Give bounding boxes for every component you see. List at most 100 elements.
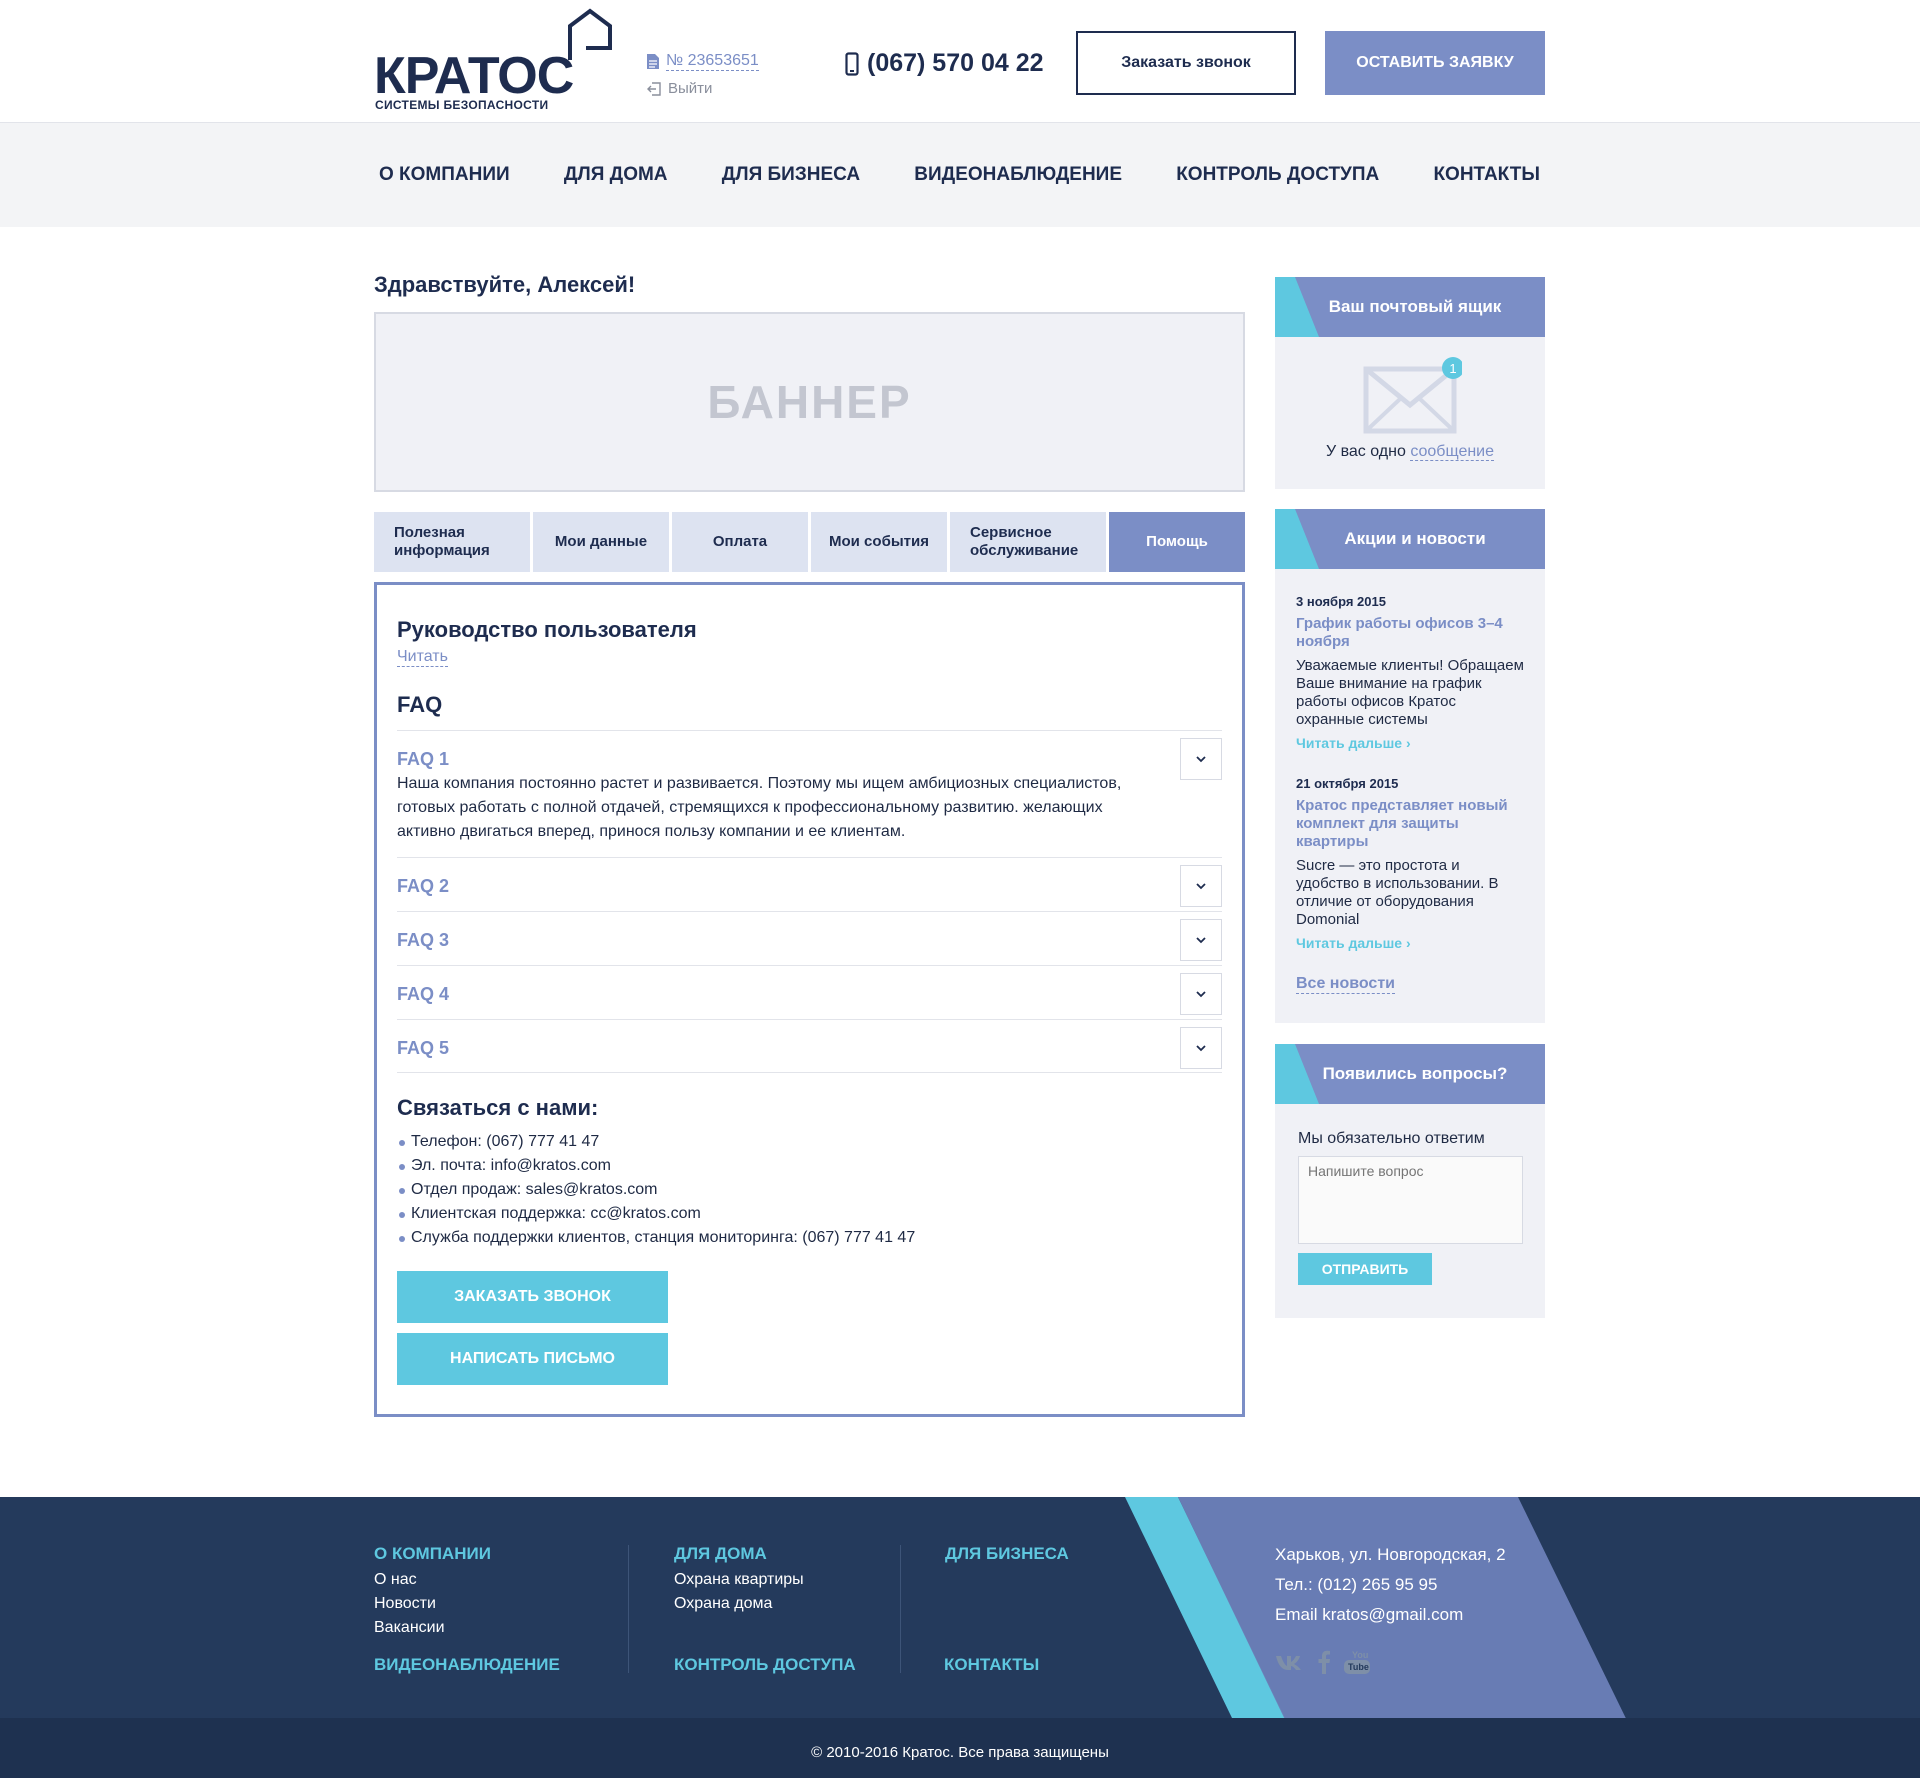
footer-heading-video[interactable]: ВИДЕОНАБЛЮДЕНИЕ — [374, 1655, 560, 1675]
news-list: 3 ноября 2015 График работы офисов 3–4 н… — [1296, 593, 1526, 994]
help-panel: Руководство пользователя Читать FAQ FAQ … — [374, 582, 1245, 1417]
contact-us-title: Связаться с нами: — [397, 1095, 599, 1120]
account-tabs: Полезная информация Мои данные Оплата Мо… — [374, 512, 1245, 572]
nav-item-video[interactable]: ВИДЕОНАБЛЮДЕНИЕ — [909, 164, 1127, 186]
chevron-down-icon — [1196, 755, 1206, 762]
banner-placeholder[interactable]: БАННЕР — [374, 312, 1245, 492]
chevron-down-icon — [1196, 1044, 1206, 1051]
faq-list: FAQ 1 Наша компания постоянно растет и р… — [397, 730, 1222, 1073]
faq-item[interactable]: FAQ 4 — [397, 965, 1222, 1019]
footer-link-vacancies[interactable]: Вакансии — [374, 1619, 445, 1637]
logout-link[interactable]: Выйти — [646, 80, 712, 97]
faq-question[interactable]: FAQ 3 — [397, 929, 1162, 951]
questions-widget: Появились вопросы? Мы обязательно ответи… — [1275, 1044, 1545, 1318]
account-number: № 23653651 — [666, 52, 759, 71]
logo-wordmark: КРАТОС — [374, 47, 574, 105]
contact-monitoring[interactable]: Служба поддержки клиентов, станция монит… — [397, 1226, 915, 1250]
header-phone[interactable]: (067) 570 04 22 — [845, 49, 1044, 78]
user-guide-read-link[interactable]: Читать — [397, 648, 448, 667]
nav-item-access-control[interactable]: КОНТРОЛЬ ДОСТУПА — [1171, 164, 1384, 186]
chevron-right-icon: › — [1405, 935, 1411, 951]
chevron-down-icon — [1196, 882, 1206, 889]
contact-sales[interactable]: Отдел продаж: sales@kratos.com — [397, 1178, 915, 1202]
faq-question[interactable]: FAQ 1 — [397, 748, 1162, 770]
site-header: КРАТОС СИСТЕМЫ БЕЗОПАСНОСТИ № 23653651 В… — [0, 0, 1920, 123]
faq-question[interactable]: FAQ 5 — [397, 1037, 1162, 1059]
header-corner-decoration — [1275, 509, 1319, 569]
faq-question[interactable]: FAQ 2 — [397, 875, 1162, 897]
faq-toggle-button[interactable] — [1180, 738, 1222, 780]
tab-my-data[interactable]: Мои данные — [533, 512, 669, 572]
account-number-link[interactable]: № 23653651 — [646, 52, 759, 71]
faq-toggle-button[interactable] — [1180, 973, 1222, 1015]
logout-label: Выйти — [668, 80, 713, 97]
faq-toggle-button[interactable] — [1180, 919, 1222, 961]
youtube-icon[interactable]: You Tube — [1343, 1649, 1371, 1675]
contact-phone[interactable]: Телефон: (067) 777 41 47 — [397, 1130, 915, 1154]
contact-support[interactable]: Клиентская поддержка: cc@kratos.com — [397, 1202, 915, 1226]
leave-request-button[interactable]: ОСТАВИТЬ ЗАЯВКУ — [1325, 31, 1545, 95]
news-widget: Акции и новости 3 ноября 2015 График раб… — [1275, 509, 1545, 1023]
mailbox-title: Ваш почтовый ящик — [1328, 297, 1502, 316]
mail-notice-text: У вас одно — [1325, 443, 1406, 460]
tab-my-events[interactable]: Мои события — [811, 512, 947, 572]
news-item-text: Sucre — это простота и удобство в исполь… — [1296, 857, 1499, 928]
call-me-button[interactable]: Заказать звонок — [1076, 31, 1296, 95]
faq-answer: Наша компания постоянно растет и развива… — [397, 775, 1122, 840]
nav-item-business[interactable]: ДЛЯ БИЗНЕСА — [717, 164, 865, 186]
footer-heading-business[interactable]: ДЛЯ БИЗНЕСА — [945, 1544, 1069, 1564]
tab-payment[interactable]: Оплата — [672, 512, 808, 572]
contact-list: Телефон: (067) 777 41 47 Эл. почта: info… — [397, 1130, 915, 1250]
tab-service[interactable]: Сервисное обслуживание — [950, 512, 1106, 572]
footer-link-apartment[interactable]: Охрана квартиры — [674, 1571, 804, 1589]
footer-heading-home[interactable]: ДЛЯ ДОМА — [674, 1544, 767, 1564]
faq-item[interactable]: FAQ 3 — [397, 911, 1222, 965]
faq-item[interactable]: FAQ 5 — [397, 1019, 1222, 1073]
tab-useful-info[interactable]: Полезная информация — [374, 512, 530, 572]
all-news-link[interactable]: Все новости — [1296, 975, 1395, 994]
nav-item-company[interactable]: О КОМПАНИИ — [374, 164, 515, 186]
document-icon — [647, 54, 659, 69]
faq-item[interactable]: FAQ 2 — [397, 857, 1222, 911]
news-read-more-link[interactable]: Читать дальше › — [1296, 735, 1526, 751]
footer-link-news[interactable]: Новости — [374, 1595, 436, 1613]
tab-help[interactable]: Помощь — [1109, 512, 1245, 572]
footer-divider — [628, 1545, 629, 1673]
question-input[interactable] — [1298, 1156, 1523, 1244]
footer-phone[interactable]: Тел.: (012) 265 95 95 — [1275, 1575, 1437, 1595]
news-item-title[interactable]: Кратос представляет новый комплект для з… — [1296, 797, 1526, 851]
faq-toggle-button[interactable] — [1180, 1027, 1222, 1069]
questions-text: Мы обязательно ответим — [1298, 1130, 1485, 1147]
footer-email[interactable]: Email kratos@gmail.com — [1275, 1605, 1463, 1625]
write-letter-button[interactable]: НАПИСАТЬ ПИСЬМО — [397, 1333, 668, 1385]
footer-link-about[interactable]: О нас — [374, 1571, 417, 1589]
news-title: Акции и новости — [1344, 529, 1486, 548]
contact-email[interactable]: Эл. почта: info@kratos.com — [397, 1154, 915, 1178]
footer-heading-access[interactable]: КОНТРОЛЬ ДОСТУПА — [674, 1655, 856, 1675]
news-item-title[interactable]: График работы офисов 3–4 ноября — [1296, 615, 1526, 651]
svg-text:You: You — [1352, 1650, 1368, 1660]
footer-divider — [900, 1545, 901, 1673]
nav-item-home[interactable]: ДЛЯ ДОМА — [559, 164, 673, 186]
mail-badge: 1 — [1449, 361, 1456, 376]
questions-header: Появились вопросы? — [1275, 1044, 1545, 1104]
questions-title: Появились вопросы? — [1322, 1064, 1508, 1083]
send-question-button[interactable]: ОТПРАВИТЬ — [1298, 1253, 1432, 1285]
facebook-icon[interactable] — [1317, 1650, 1331, 1674]
logo-subtitle: СИСТЕМЫ БЕЗОПАСНОСТИ — [375, 98, 549, 112]
faq-question[interactable]: FAQ 4 — [397, 983, 1162, 1005]
footer-heading-company[interactable]: О КОМПАНИИ — [374, 1544, 491, 1564]
faq-toggle-button[interactable] — [1180, 865, 1222, 907]
mailbox-header: Ваш почтовый ящик — [1275, 277, 1545, 337]
logo[interactable]: КРАТОС СИСТЕМЫ БЕЗОПАСНОСТИ — [374, 8, 614, 112]
envelope-icon[interactable]: 1 — [1362, 357, 1462, 437]
mail-message-link[interactable]: сообщение — [1410, 443, 1495, 461]
footer-heading-contacts[interactable]: КОНТАКТЫ — [944, 1655, 1039, 1675]
faq-item[interactable]: FAQ 1 Наша компания постоянно растет и р… — [397, 730, 1222, 857]
nav-item-contacts[interactable]: КОНТАКТЫ — [1428, 164, 1545, 186]
vk-icon[interactable] — [1275, 1653, 1305, 1671]
footer-link-house[interactable]: Охрана дома — [674, 1595, 772, 1613]
news-read-more-link[interactable]: Читать дальше › — [1296, 935, 1526, 951]
order-call-button[interactable]: ЗАКАЗАТЬ ЗВОНОК — [397, 1271, 668, 1323]
chevron-right-icon: › — [1405, 735, 1411, 751]
